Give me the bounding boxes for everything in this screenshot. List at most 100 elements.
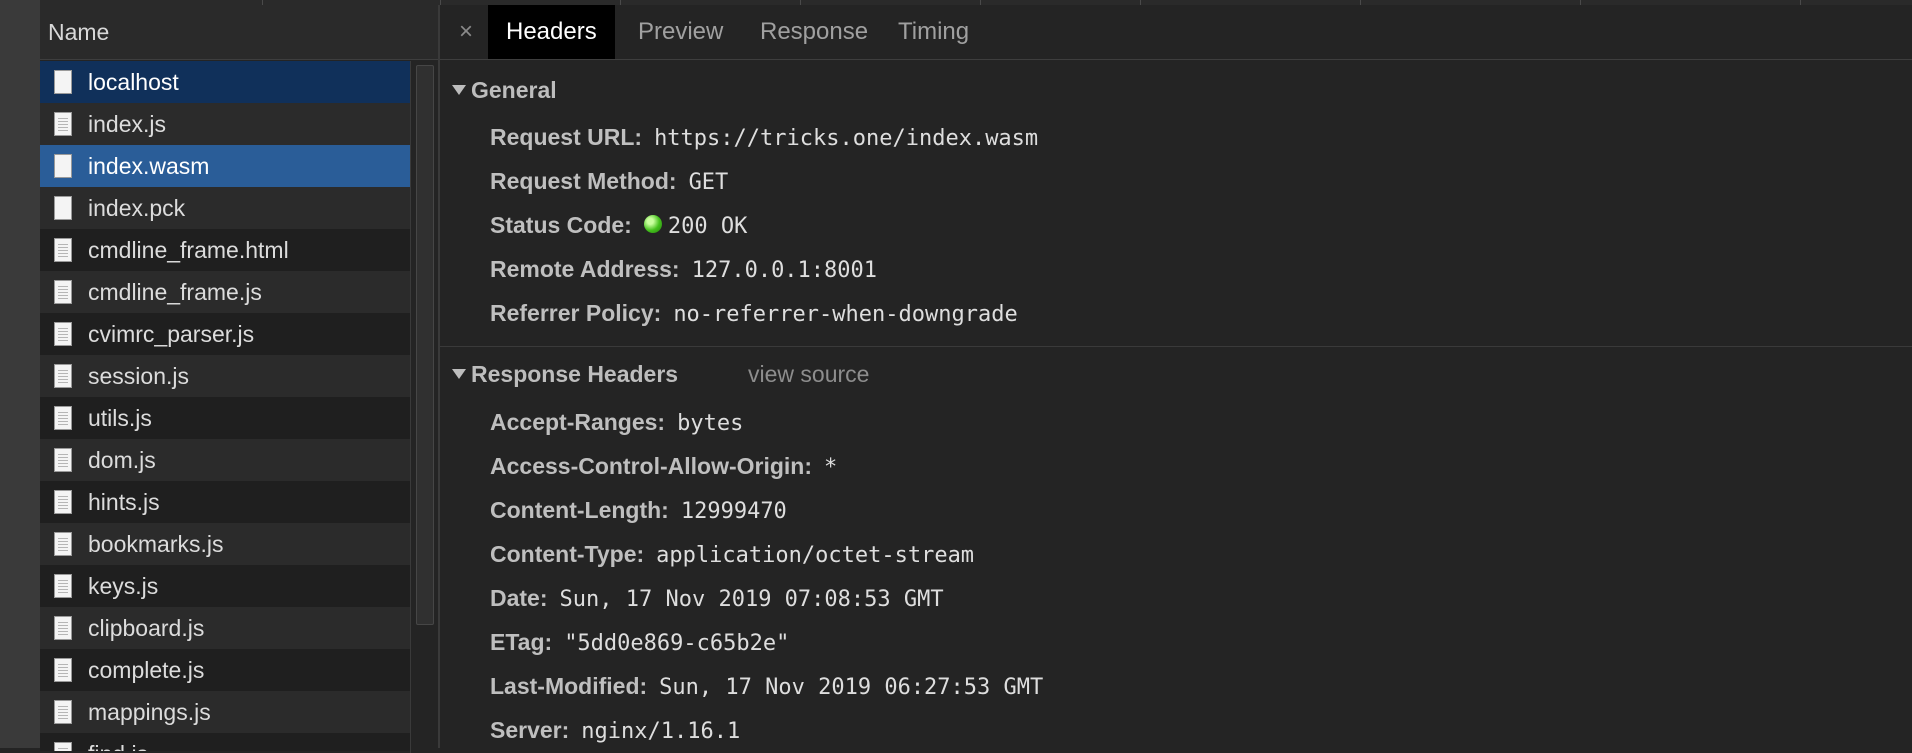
script-file-icon [54, 322, 72, 346]
scrollbar-thumb[interactable] [416, 65, 434, 625]
script-file-icon [54, 448, 72, 472]
header-key: Last-Modified: [490, 673, 648, 699]
header-key: Accept-Ranges: [490, 409, 666, 435]
script-file-icon [54, 490, 72, 514]
request-row[interactable]: hints.js [40, 481, 410, 523]
request-details-panel: × Headers Preview Response Timing Genera… [440, 5, 1912, 748]
request-name: session.js [88, 362, 189, 389]
tab-headers[interactable]: Headers [488, 5, 615, 59]
general-row: Remote Address: 127.0.0.1:8001 [490, 256, 877, 283]
response-header-row: Accept-Ranges: bytes [490, 409, 743, 436]
header-value: GET [688, 170, 729, 195]
request-list: localhost index.js index.wasm index.pck cmdl… [40, 61, 410, 751]
header-key: Content-Length: [490, 497, 669, 523]
header-key: ETag: [490, 629, 553, 655]
script-file-icon [54, 532, 72, 556]
request-row[interactable]: index.js [40, 103, 410, 145]
request-row[interactable]: mappings.js [40, 691, 410, 733]
request-name: utils.js [88, 404, 152, 431]
request-name: dom.js [88, 446, 156, 473]
request-name: keys.js [88, 572, 159, 599]
status-ok-icon [643, 214, 662, 233]
header-value: no-referrer-when-downgrade [673, 302, 1018, 327]
request-row[interactable]: bookmarks.js [40, 523, 410, 565]
request-list-scrollbar[interactable] [410, 61, 439, 753]
script-file-icon [54, 574, 72, 598]
request-name: bookmarks.js [88, 530, 224, 557]
request-name: clipboard.js [88, 614, 205, 641]
triangle-down-icon [452, 84, 466, 95]
header-value: https://tricks.one/index.wasm [654, 126, 1039, 151]
response-headers-section-toggle[interactable]: Response Headers [452, 361, 678, 388]
request-name: index.js [88, 110, 166, 137]
tab-response[interactable]: Response [742, 5, 886, 59]
view-source-link[interactable]: view source [748, 361, 869, 388]
request-row[interactable]: cvimrc_parser.js [40, 313, 410, 355]
tab-preview[interactable]: Preview [620, 5, 741, 59]
document-icon [54, 70, 72, 94]
general-row: Status Code: 200 OK [490, 212, 747, 239]
request-row[interactable]: localhost [40, 61, 410, 103]
request-list-panel: Name localhost index.js index.wasm index.pc… [40, 5, 439, 753]
header-value: nginx/1.16.1 [581, 719, 741, 744]
response-header-row: Content-Length: 12999470 [490, 497, 787, 524]
request-name: complete.js [88, 656, 205, 683]
request-row[interactable]: index.wasm [40, 145, 410, 187]
general-section-title: General [471, 77, 557, 103]
request-name: index.wasm [88, 152, 210, 179]
header-key: Request Method: [490, 168, 677, 194]
header-key: Referrer Policy: [490, 300, 662, 326]
header-value: * [824, 455, 838, 480]
request-row[interactable]: clipboard.js [40, 607, 410, 649]
general-row: Referrer Policy: no-referrer-when-downgra… [490, 300, 1018, 327]
header-key: Server: [490, 717, 570, 743]
tab-timing[interactable]: Timing [880, 5, 987, 59]
section-divider [440, 346, 1912, 347]
request-name: hints.js [88, 488, 160, 515]
request-name: cmdline_frame.html [88, 236, 289, 263]
request-row[interactable]: index.pck [40, 187, 410, 229]
header-key: Request URL: [490, 124, 643, 150]
header-value: Sun, 17 Nov 2019 07:08:53 GMT [559, 587, 944, 612]
request-name: mappings.js [88, 698, 211, 725]
request-row[interactable]: cmdline_frame.js [40, 271, 410, 313]
request-row[interactable]: complete.js [40, 649, 410, 691]
close-icon[interactable]: × [453, 5, 479, 59]
details-tabbar: × Headers Preview Response Timing [440, 5, 1912, 60]
header-key: Date: [490, 585, 548, 611]
document-icon [54, 154, 72, 178]
header-key: Access-Control-Allow-Origin: [490, 453, 813, 479]
response-headers-title: Response Headers [471, 361, 679, 387]
script-file-icon [54, 406, 72, 430]
request-row[interactable]: find.js [40, 733, 410, 751]
script-file-icon [54, 112, 72, 136]
triangle-down-icon [452, 368, 466, 379]
request-name: find.js [88, 741, 148, 752]
header-value: 127.0.0.1:8001 [691, 258, 878, 283]
header-value: bytes [677, 411, 744, 436]
script-file-icon [54, 700, 72, 724]
request-row[interactable]: cmdline_frame.html [40, 229, 410, 271]
request-row[interactable]: utils.js [40, 397, 410, 439]
request-name: cvimrc_parser.js [88, 320, 255, 347]
name-column-header[interactable]: Name [40, 5, 438, 60]
script-file-icon [54, 238, 72, 262]
request-name: cmdline_frame.js [88, 278, 262, 305]
response-header-row: Date: Sun, 17 Nov 2019 07:08:53 GMT [490, 585, 944, 612]
general-row: Request Method: GET [490, 168, 728, 195]
response-header-row: Server: nginx/1.16.1 [490, 717, 740, 744]
header-value: Sun, 17 Nov 2019 06:27:53 GMT [659, 675, 1044, 700]
header-value: application/octet-stream [656, 543, 975, 568]
script-file-icon [54, 364, 72, 388]
script-file-icon [54, 616, 72, 640]
response-header-row: Content-Type: application/octet-stream [490, 541, 974, 568]
script-file-icon [54, 742, 72, 751]
response-header-row: ETag: "5dd0e869-c65b2e" [490, 629, 789, 656]
request-row[interactable]: dom.js [40, 439, 410, 481]
header-value: "5dd0e869-c65b2e" [564, 631, 790, 656]
left-gutter [0, 0, 40, 748]
request-row[interactable]: keys.js [40, 565, 410, 607]
request-row[interactable]: session.js [40, 355, 410, 397]
general-section-toggle[interactable]: General [452, 77, 557, 104]
header-value: 12999470 [680, 499, 787, 524]
